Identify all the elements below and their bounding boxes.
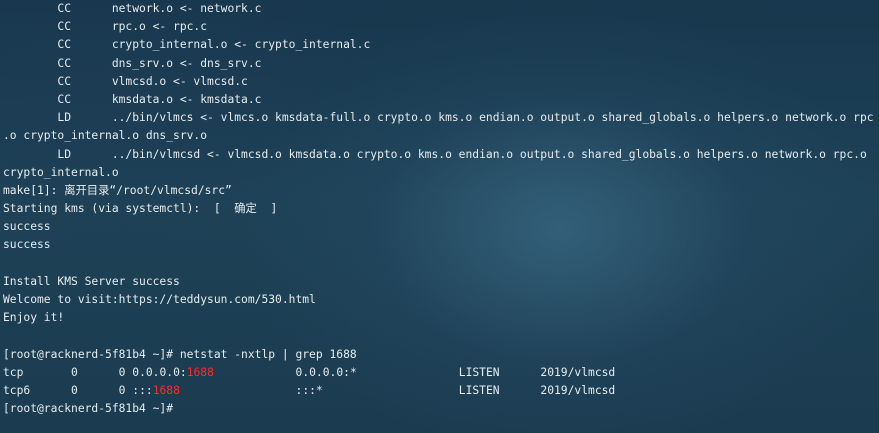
output-line: Enjoy it! (3, 311, 65, 325)
netstat-foreign-address: 0.0.0.0:* (295, 365, 357, 379)
output-line: .o crypto_internal.o dns_srv.o (3, 129, 208, 143)
output-line: CC vlmcsd.o <- vlmcsd.c (3, 74, 248, 88)
netstat-row: tcp 0 0 0.0.0.0:1688 0.0.0.0:* LISTEN 20… (3, 364, 877, 382)
shell-prompt: [root@racknerd-5f81b4 ~]# (3, 402, 180, 416)
text-cursor (180, 402, 187, 414)
output-line: Starting kms (via systemctl): [ 确定 ] (3, 202, 278, 216)
output-line: CC kmsdata.o <- kmsdata.c (3, 92, 262, 106)
output-line: CC dns_srv.o <- dns_srv.c (3, 56, 262, 70)
netstat-state: LISTEN (458, 365, 500, 379)
netstat-recvq: 0 (71, 383, 78, 397)
shell-prompt-line[interactable]: [root@racknerd-5f81b4 ~]# (3, 400, 877, 418)
output-line: CC network.o <- network.c (3, 2, 262, 15)
output-line: LD ../bin/vlmcsd <- vlmcsd.o kmsdata.o c… (3, 147, 867, 161)
netstat-local-address: 0.0.0.0: (132, 365, 187, 379)
netstat-local-port: 1688 (186, 365, 214, 379)
output-line: crypto_internal.o (3, 165, 119, 179)
netstat-local-port: 1688 (152, 383, 180, 397)
terminal-window[interactable]: CC network.o <- network.c CC rpc.o <- rp… (0, 0, 879, 433)
netstat-proto: tcp (3, 365, 24, 379)
output-line: success (3, 238, 51, 252)
terminal-output: CC network.o <- network.c CC rpc.o <- rp… (3, 0, 877, 418)
netstat-row: tcp6 0 0 :::1688 :::* LISTEN 2019/vlmcsd (3, 382, 877, 400)
netstat-proto: tcp6 (3, 383, 31, 397)
output-line: Welcome to visit:https://teddysun.com/53… (3, 293, 316, 306)
netstat-foreign-address: :::* (295, 383, 323, 397)
output-line: success (3, 220, 51, 234)
output-line: make[1]: 离开目录“/root/vlmcsd/src” (3, 183, 232, 197)
output-line: CC rpc.o <- rpc.c (3, 20, 208, 34)
netstat-state: LISTEN (458, 383, 500, 397)
command-line: [root@racknerd-5f81b4 ~]# netstat -nxtlp… (3, 347, 357, 361)
netstat-recvq: 0 (71, 365, 78, 379)
output-line: Install KMS Server success (3, 274, 180, 288)
netstat-local-address: ::: (132, 383, 153, 397)
output-line: CC crypto_internal.o <- crypto_internal.… (3, 38, 371, 52)
netstat-program: 2019/vlmcsd (540, 383, 616, 397)
output-line: LD ../bin/vlmcs <- vlmcs.o kmsdata-full.… (3, 111, 874, 125)
netstat-program: 2019/vlmcsd (540, 365, 616, 379)
